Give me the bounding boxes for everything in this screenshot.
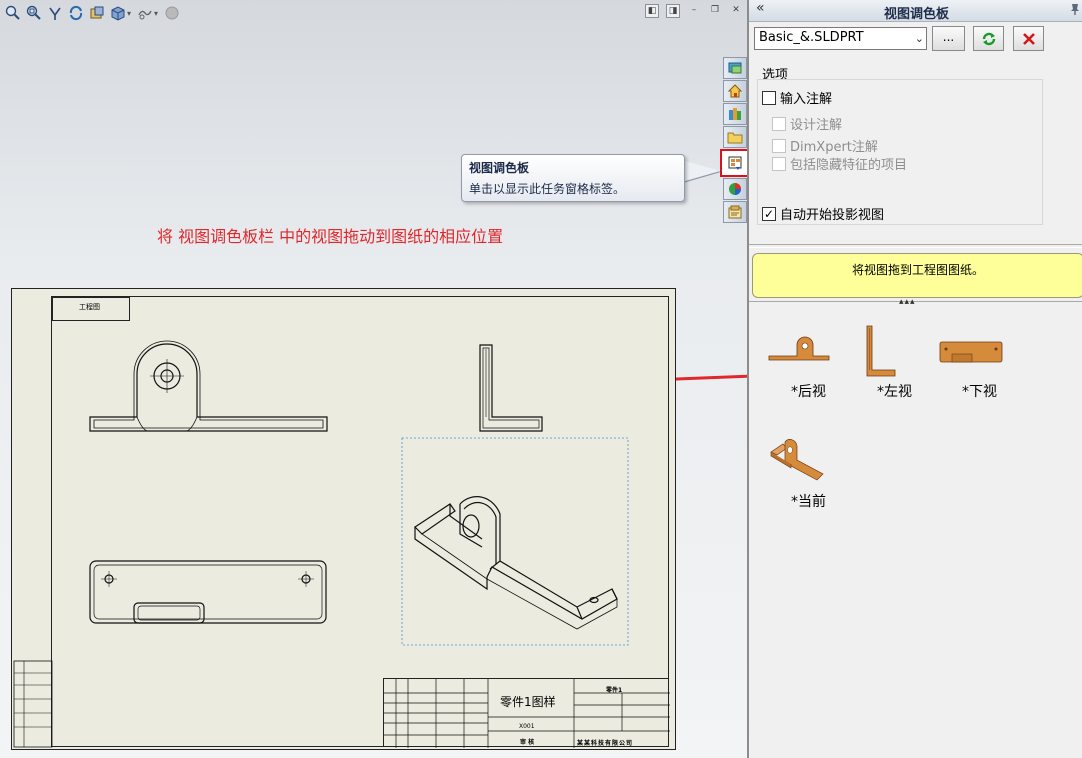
material-field: 零件1 xyxy=(606,687,623,694)
view-label: *下视 xyxy=(962,384,997,400)
option-import-annotations[interactable]: 输入注解 xyxy=(762,88,832,107)
bottom-view xyxy=(89,560,327,624)
isometric-view xyxy=(401,437,629,646)
checkbox[interactable] xyxy=(772,156,786,171)
previous-view-icon[interactable] xyxy=(46,4,64,22)
view-palette-panel: « 视图调色板 Basic_&.SLDPRT ⌄ ... 选项 输入注解 设计注… xyxy=(747,0,1082,758)
front-view xyxy=(89,340,328,432)
tooltip-tail xyxy=(682,160,720,182)
refresh-icon xyxy=(982,32,995,45)
chevron-down-icon[interactable]: ▾ xyxy=(154,9,158,18)
split-right-icon[interactable]: ◨ xyxy=(666,4,680,18)
view-back[interactable]: *后视 xyxy=(767,320,847,401)
checkbox[interactable] xyxy=(762,90,776,105)
resources-icon xyxy=(728,62,742,74)
view-current[interactable]: *当前 xyxy=(767,430,847,511)
tab-appearances[interactable] xyxy=(723,178,747,200)
part-number: X001 xyxy=(519,723,535,730)
appearances-icon xyxy=(729,183,741,195)
restore-icon[interactable]: ❐ xyxy=(708,4,722,18)
view-label: *后视 xyxy=(791,384,826,400)
view-label: *当前 xyxy=(791,494,826,510)
close-icon xyxy=(1022,32,1035,45)
tooltip: 视图调色板 单击以显示此任务窗格标签。 xyxy=(461,154,685,202)
option-label: 包括隐藏特征的项目 xyxy=(790,158,908,173)
tooltip-body: 单击以显示此任务窗格标签。 xyxy=(469,182,626,196)
pin-icon[interactable] xyxy=(1068,2,1082,16)
option-include-hidden-features[interactable]: 包括隐藏特征的项目 xyxy=(772,154,907,173)
rebuild-icon[interactable] xyxy=(67,4,85,22)
hint-box: 将视图拖到工程图图纸。 xyxy=(752,253,1082,298)
tab-view-palette[interactable] xyxy=(720,149,747,177)
drawing-sheet[interactable]: 工程图 零件1图样 零件1 X001 审 核 某某科技有限公司 xyxy=(11,288,676,750)
divider xyxy=(749,244,1082,248)
window-controls: ◧ ◨ – ❐ ✕ xyxy=(645,4,743,18)
close-icon[interactable]: ✕ xyxy=(729,4,743,18)
split-left-icon[interactable]: ◧ xyxy=(645,4,659,18)
checkbox[interactable] xyxy=(772,138,786,153)
graphics-area[interactable]: ▾ ▾ ◧ ◨ – ❐ ✕ 将 视图调色板栏 中的视图拖动到图纸的相应位置 工程… xyxy=(0,0,747,758)
view-label: *左视 xyxy=(877,384,912,400)
back-view-thumbnail xyxy=(768,336,830,361)
tab-file-explorer[interactable] xyxy=(723,103,747,125)
option-label: 设计注解 xyxy=(790,118,843,133)
appearance-icon[interactable] xyxy=(163,4,181,22)
file-select-value: Basic_&.SLDPRT xyxy=(759,30,864,45)
section-view-icon[interactable] xyxy=(88,4,106,22)
minimize-icon[interactable]: – xyxy=(687,4,701,18)
panel-header: « 视图调色板 xyxy=(749,0,1082,22)
option-label: 输入注解 xyxy=(780,92,833,107)
heads-up-view-toolbar: ▾ ▾ xyxy=(4,3,181,23)
checkbox[interactable] xyxy=(772,116,786,131)
task-pane-tabs xyxy=(720,57,747,223)
tab-solidworks-resources[interactable] xyxy=(723,57,747,79)
tab-design-library[interactable] xyxy=(723,80,747,102)
bottom-view-thumbnail xyxy=(939,341,1003,363)
option-label: 自动开始投影视图 xyxy=(780,208,885,223)
company-name: 某某科技有限公司 xyxy=(577,740,634,747)
current-view-thumbnail xyxy=(770,439,824,481)
title-block: 零件1图样 零件1 X001 审 核 某某科技有限公司 xyxy=(383,678,670,748)
tooltip-title: 视图调色板 xyxy=(469,161,530,175)
option-design-annotations[interactable]: 设计注解 xyxy=(772,114,842,133)
option-auto-start-projected-view[interactable]: ✓ 自动开始投影视图 xyxy=(762,204,884,223)
grip-icon[interactable]: ▴▴▴ xyxy=(899,297,916,307)
browse-button[interactable]: ... xyxy=(932,26,965,51)
option-label: DimXpert注解 xyxy=(790,140,878,155)
chevron-down-icon[interactable]: ⌄ xyxy=(915,32,924,45)
instruction-text: 将 视图调色板栏 中的视图拖动到图纸的相应位置 xyxy=(157,227,504,246)
part-name: 零件1图样 xyxy=(500,695,556,709)
tab-custom-properties[interactable] xyxy=(723,201,747,223)
chevron-down-icon[interactable]: ▾ xyxy=(127,9,131,18)
zoom-to-fit-icon[interactable] xyxy=(4,4,22,22)
file-select[interactable]: Basic_&.SLDPRT ⌄ xyxy=(754,27,927,50)
side-view xyxy=(479,344,543,432)
library-icon xyxy=(729,108,741,120)
zoom-area-icon[interactable] xyxy=(25,4,43,22)
folder-icon xyxy=(727,132,743,144)
left-view-thumbnail xyxy=(866,325,896,377)
option-dimxpert-annotations[interactable]: DimXpert注解 xyxy=(772,136,878,155)
checkbox[interactable]: ✓ xyxy=(762,206,776,221)
view-orientation-icon[interactable] xyxy=(109,4,127,22)
refresh-button[interactable] xyxy=(973,26,1004,51)
home-icon xyxy=(727,84,743,98)
view-bottom[interactable]: *下视 xyxy=(938,320,1018,401)
properties-icon xyxy=(728,205,742,219)
review-label: 审 核 xyxy=(520,739,535,746)
view-left[interactable]: *左视 xyxy=(853,320,933,401)
view-palette-icon xyxy=(728,156,742,170)
clear-button[interactable] xyxy=(1013,26,1044,51)
splitter[interactable]: ▴▴▴ xyxy=(749,297,1082,308)
display-style-icon[interactable] xyxy=(136,4,154,22)
tab-folder[interactable] xyxy=(723,126,747,148)
panel-title: 视图调色板 xyxy=(883,7,949,22)
